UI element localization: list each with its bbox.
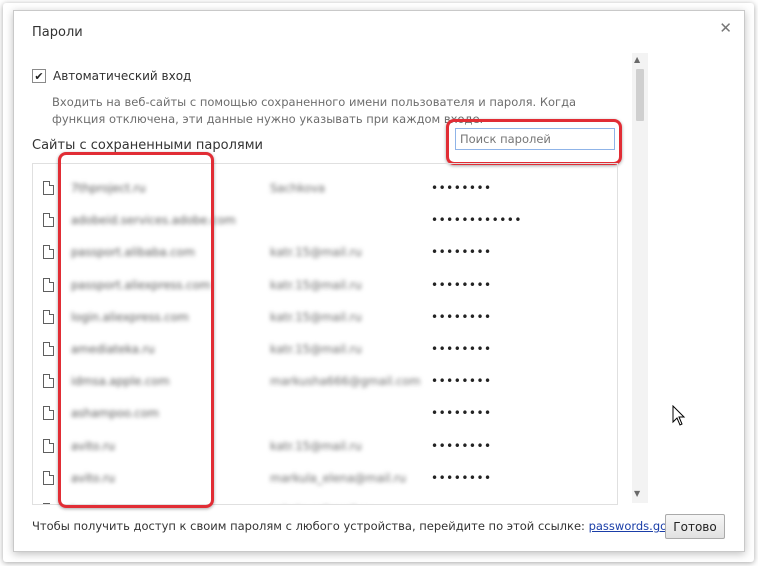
- row-password: ••••••••: [431, 181, 492, 195]
- document-icon: [43, 245, 54, 260]
- footer-message: Чтобы получить доступ к своим паролям с …: [32, 519, 585, 533]
- row-password: ••••••••: [431, 406, 492, 421]
- row-password: ••••••••: [431, 438, 492, 453]
- document-icon: [43, 309, 54, 324]
- document-icon: [43, 181, 54, 195]
- sites-column-highlight: [58, 152, 214, 508]
- document-icon: [43, 342, 54, 356]
- row-password: ••••••••: [431, 342, 492, 356]
- scroll-down-icon[interactable]: ▼: [634, 489, 640, 498]
- row-password: ••••••••: [431, 309, 492, 324]
- document-icon: [43, 277, 54, 292]
- row-username: Sachkova: [270, 181, 326, 195]
- search-input[interactable]: [455, 128, 615, 150]
- scrollbar-thumb[interactable]: [636, 69, 644, 121]
- document-icon: [43, 406, 54, 421]
- row-username: sokolova@mail.ru: [270, 503, 372, 504]
- close-icon[interactable]: ✕: [719, 21, 732, 36]
- done-button[interactable]: Готово: [665, 514, 725, 539]
- document-icon: [43, 374, 54, 389]
- search-highlight: [446, 119, 622, 165]
- footer-text: Чтобы получить доступ к своим паролям с …: [32, 519, 720, 533]
- row-password: ••••••••••••: [431, 213, 522, 228]
- passwords-dialog: Пароли ✕ ✔ Автоматический вход Входить н…: [13, 10, 745, 552]
- row-password: ••••••••: [431, 277, 492, 292]
- row-username: katr.15@mail.ru: [270, 277, 362, 292]
- row-username: katr.15@mail.ru: [270, 309, 362, 324]
- saved-sites-heading: Сайты с сохраненными паролями: [32, 138, 263, 153]
- auto-signin-checkbox[interactable]: ✔: [32, 69, 46, 83]
- row-password: ••••••••: [431, 245, 492, 260]
- document-icon: [43, 503, 54, 504]
- row-password: ••••••••: [431, 470, 492, 485]
- row-password: ••••••••: [431, 503, 492, 504]
- document-icon: [43, 470, 54, 485]
- mouse-cursor-icon: [672, 405, 686, 426]
- auto-signin-label: Автоматический вход: [53, 69, 192, 83]
- document-icon: [43, 438, 54, 453]
- row-password: ••••••••: [431, 374, 492, 389]
- row-username: katr.15@mail.ru: [270, 342, 362, 356]
- dialog-title: Пароли: [32, 25, 83, 40]
- row-username: markula_elena@mail.ru: [270, 470, 407, 485]
- document-icon: [43, 213, 54, 228]
- row-username: markusha666@gmail.com: [270, 374, 421, 389]
- scroll-up-icon[interactable]: ▲: [634, 55, 640, 64]
- auto-signin-row[interactable]: ✔ Автоматический вход: [32, 69, 191, 83]
- row-username: katr.15@mail.ru: [270, 438, 362, 453]
- row-username: katr.15@mail.ru: [270, 245, 362, 260]
